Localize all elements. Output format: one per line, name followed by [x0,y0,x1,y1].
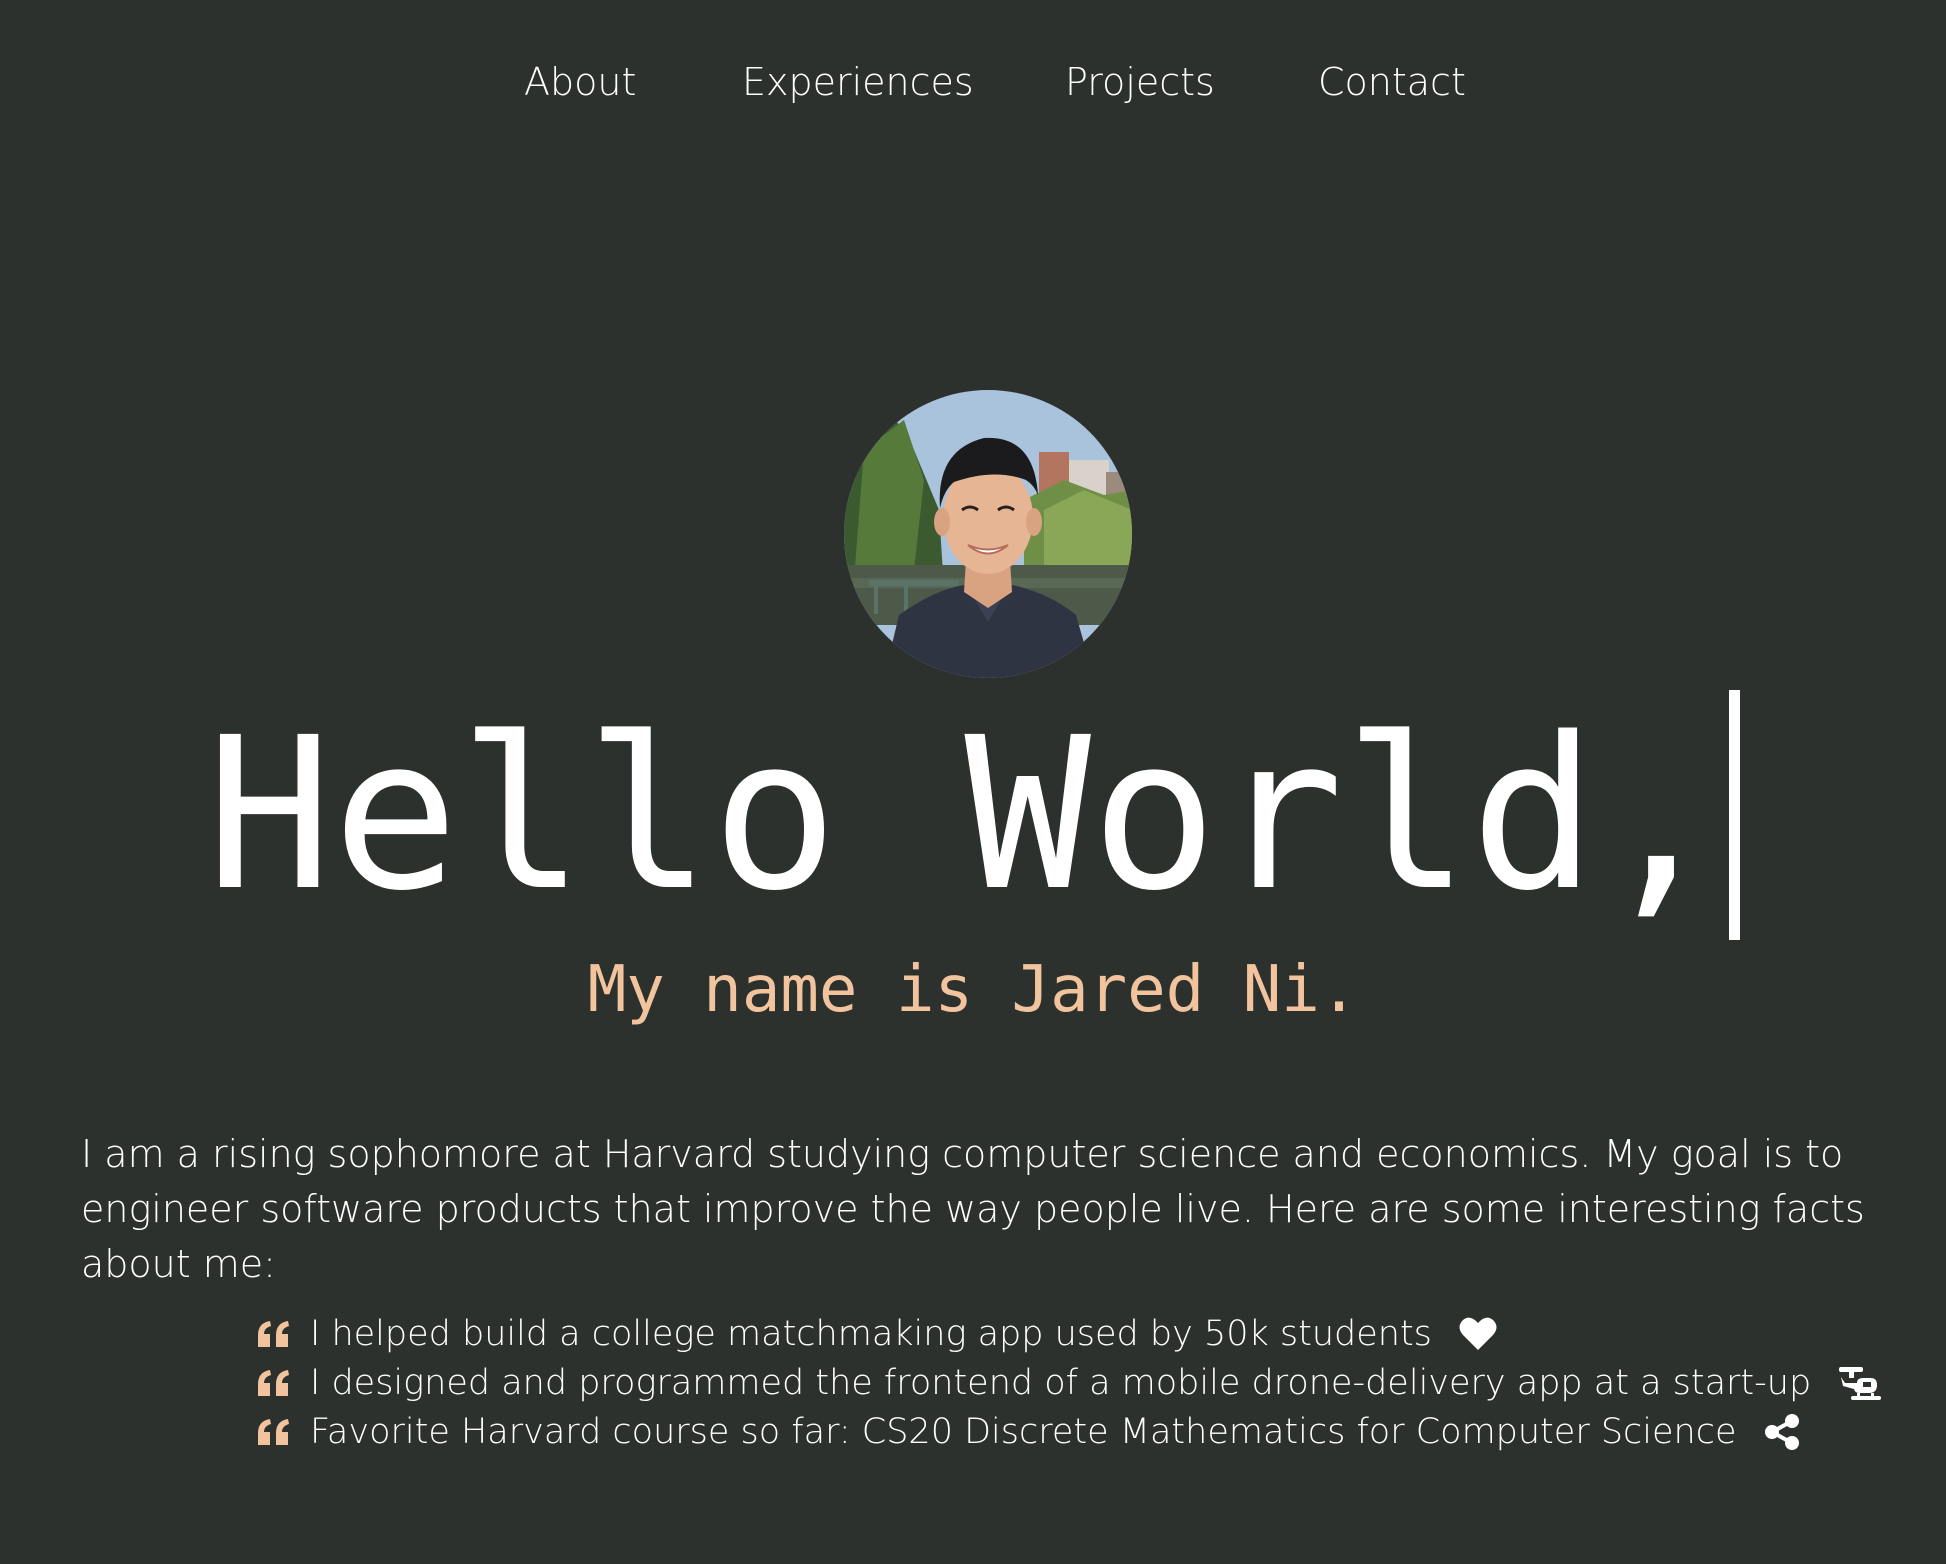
hero-title: Hello World, [0,690,1946,940]
share-nodes-icon [1764,1413,1799,1450]
hero-title-text: Hello World, [205,692,1724,937]
nav-link-about[interactable]: About [524,54,636,110]
hero-subtitle: My name is Jared Ni. [587,953,1359,1027]
nav-link-contact[interactable]: Contact [1318,54,1466,110]
typing-cursor [1729,690,1741,940]
fact-item: I designed and programmed the frontend o… [256,1358,1883,1407]
fact-item: I helped build a college matchmaking app… [256,1309,1883,1358]
quote-left-icon [258,1418,289,1445]
heart-icon [1459,1317,1497,1350]
helicopter-icon [1839,1366,1882,1400]
fact-item: Favorite Harvard course so far: CS20 Dis… [256,1407,1883,1456]
fact-text: I designed and programmed the frontend o… [310,1362,1812,1403]
quote-left-icon [258,1320,289,1347]
main-nav: About Experiences Projects Contact [0,54,1946,114]
quote-left-icon [258,1369,289,1396]
profile-photo [844,390,1132,678]
facts-list: I helped build a college matchmaking app… [256,1309,1883,1456]
nav-link-projects[interactable]: Projects [1065,54,1215,110]
nav-link-experiences[interactable]: Experiences [742,54,974,110]
fact-text: Favorite Harvard course so far: CS20 Dis… [310,1411,1737,1452]
fact-text: I helped build a college matchmaking app… [310,1313,1432,1354]
bio-paragraph: I am a rising sophomore at Harvard study… [81,1132,1865,1286]
